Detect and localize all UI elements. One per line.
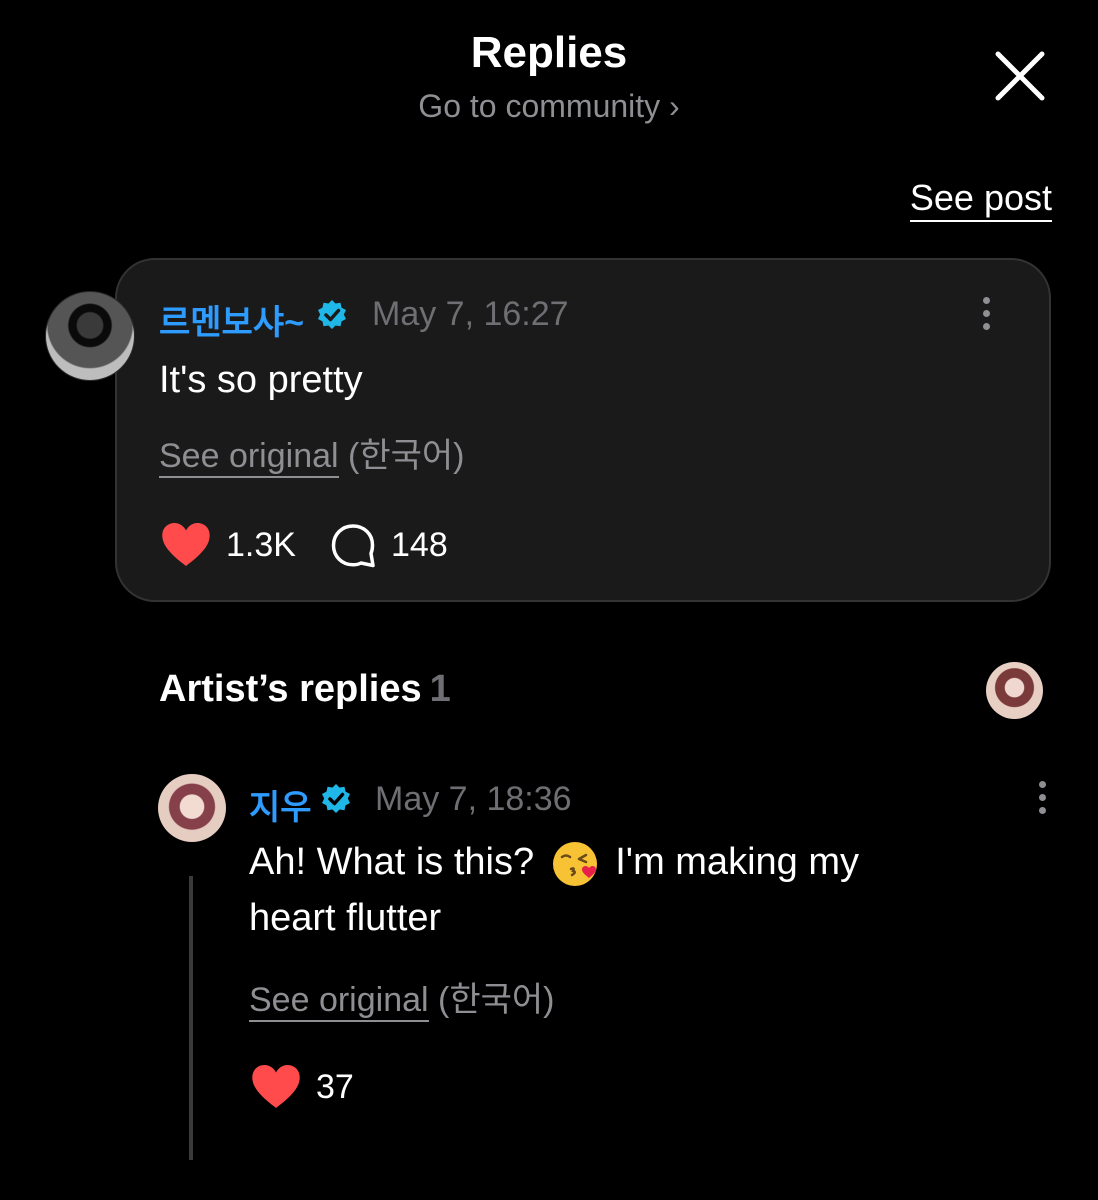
comment-timestamp: May 7, 16:27	[372, 295, 569, 333]
reply-see-original-row: See original (한국어)	[249, 972, 555, 1022]
reply-text: Ah! What is this? I'm making my heart fl…	[249, 834, 1009, 946]
see-original-link[interactable]: See original	[159, 437, 339, 478]
verified-badge-icon	[318, 300, 346, 329]
comment-more-button[interactable]	[980, 297, 992, 337]
reply-count: 148	[391, 526, 448, 564]
kissing-face-with-heart-emoji	[552, 841, 597, 886]
see-original-row: See original (한국어)	[159, 428, 465, 478]
reply-like-count: 37	[316, 1068, 354, 1106]
more-dots-icon	[982, 297, 990, 304]
verified-badge-icon	[322, 784, 350, 813]
more-dots-icon	[1038, 781, 1046, 788]
reply-text-part1: Ah! What is this?	[249, 841, 535, 883]
thread-line	[189, 876, 193, 1160]
close-icon	[995, 51, 1045, 101]
see-original-link[interactable]: See original	[249, 981, 429, 1022]
reply-bubble-icon[interactable]	[330, 523, 376, 569]
artist-replies-title: Artist’s replies	[159, 668, 422, 710]
like-heart-icon[interactable]	[250, 1064, 302, 1110]
artist-avatar[interactable]	[158, 774, 226, 842]
reply-more-button[interactable]	[1036, 781, 1048, 821]
artist-avatar-small[interactable]	[986, 662, 1043, 719]
replies-screen: Replies Go to community › See post 르멘보샤~…	[0, 0, 1098, 1200]
like-heart-icon[interactable]	[160, 522, 212, 568]
original-language: (한국어)	[348, 437, 465, 475]
artist-replies-heading: Artist’s replies 1	[159, 668, 451, 711]
reply-text-line2: heart flutter	[249, 897, 442, 939]
artist-replies-count: 1	[429, 668, 451, 710]
go-to-community-link[interactable]: Go to community ›	[0, 88, 1098, 125]
commenter-avatar[interactable]	[45, 291, 135, 381]
comment-text: It's so pretty	[159, 359, 363, 401]
commenter-name[interactable]: 르멘보샤~	[159, 295, 304, 344]
artist-name[interactable]: 지우	[249, 780, 312, 829]
reply-timestamp: May 7, 18:36	[375, 780, 572, 818]
original-language: (한국어)	[438, 981, 555, 1019]
reply-text-line1: Ah! What is this? I'm making my	[249, 834, 1009, 890]
page-title: Replies	[470, 28, 628, 77]
like-count: 1.3K	[226, 526, 296, 564]
reply-text-part2: I'm making my	[615, 841, 859, 883]
see-post-link[interactable]: See post	[909, 178, 1052, 222]
close-button[interactable]	[990, 46, 1050, 106]
